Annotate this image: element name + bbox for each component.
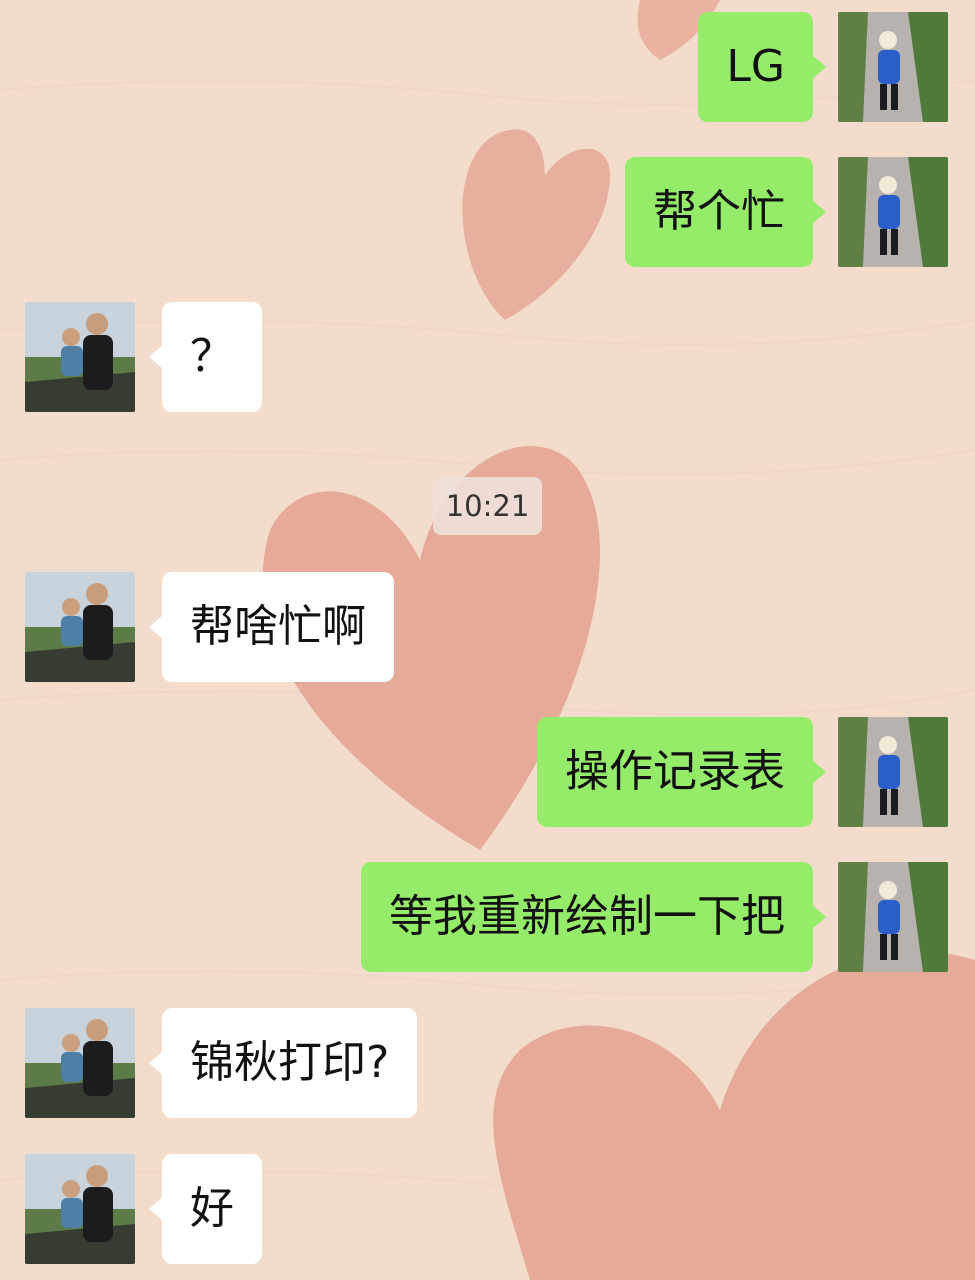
message-row: 操作记录表 <box>0 717 975 827</box>
chat-message-list[interactable]: LG 帮个忙 ？ 10:21 帮啥忙啊 操作记录表 等我重新绘制一下把 锦秋打印… <box>0 0 975 1280</box>
incoming-message-bubble[interactable]: 帮啥忙啊 <box>149 572 394 682</box>
self-avatar[interactable] <box>838 717 948 827</box>
outgoing-message-bubble[interactable]: LG <box>698 12 826 122</box>
incoming-message-bubble[interactable]: 锦秋打印? <box>148 1008 418 1118</box>
incoming-message-bubble[interactable]: ？ <box>149 302 262 412</box>
contact-avatar[interactable] <box>25 302 135 412</box>
message-row: ？ <box>0 302 975 412</box>
outgoing-message-bubble[interactable]: 操作记录表 <box>537 717 826 827</box>
contact-avatar[interactable] <box>25 1008 135 1118</box>
message-row: 帮个忙 <box>0 157 975 267</box>
self-avatar[interactable] <box>838 157 948 267</box>
message-row: 好 <box>0 1154 975 1264</box>
contact-avatar[interactable] <box>25 572 135 682</box>
message-row: 帮啥忙啊 <box>0 572 975 682</box>
incoming-message-bubble[interactable]: 好 <box>149 1154 262 1264</box>
contact-avatar[interactable] <box>25 1154 135 1264</box>
message-row: 等我重新绘制一下把 <box>0 862 975 972</box>
message-row: LG <box>0 12 975 122</box>
self-avatar[interactable] <box>838 862 948 972</box>
outgoing-message-bubble[interactable]: 等我重新绘制一下把 <box>361 862 826 972</box>
outgoing-message-bubble[interactable]: 帮个忙 <box>625 157 826 267</box>
message-row: 锦秋打印? <box>0 1008 975 1118</box>
self-avatar[interactable] <box>838 12 948 122</box>
message-timestamp: 10:21 <box>433 477 542 535</box>
